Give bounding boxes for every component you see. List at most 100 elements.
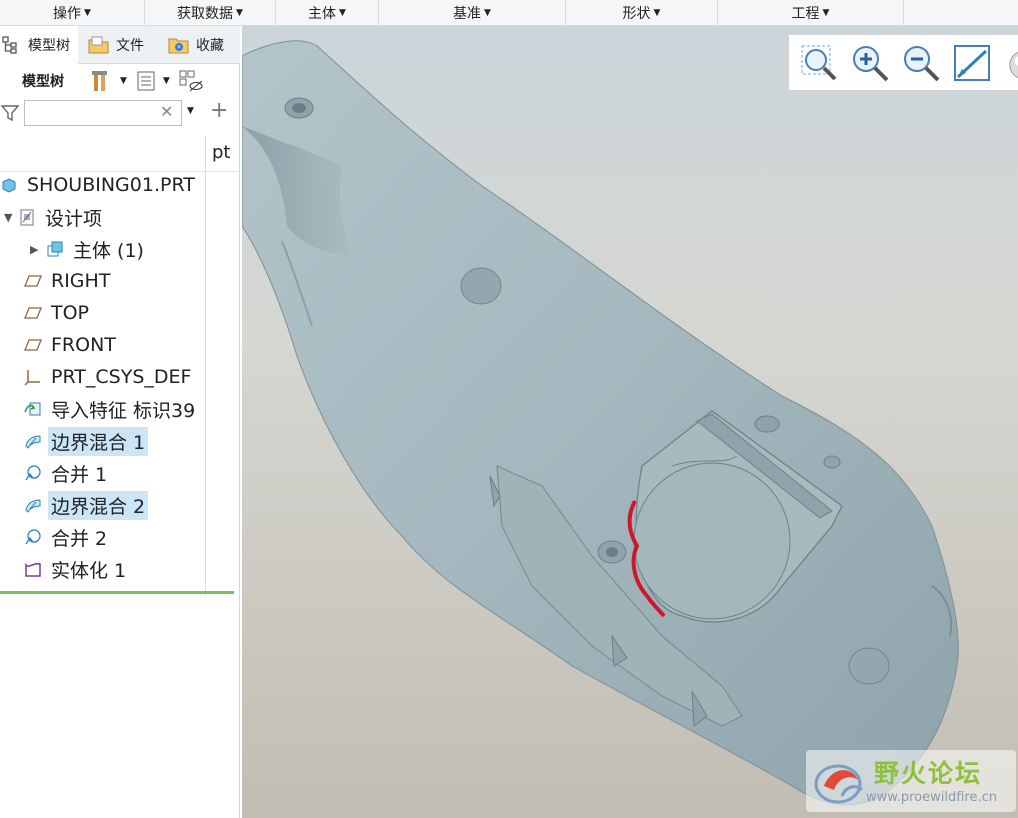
column-divider[interactable] <box>205 136 206 596</box>
menu-body[interactable]: 主体 ▼ <box>276 0 379 26</box>
model-tree-toolbar: 模型树 ▼ ▼ <box>0 66 240 96</box>
menu-label: 工程 <box>791 6 820 22</box>
part-icon <box>0 176 18 194</box>
csys-icon <box>24 368 42 386</box>
screw-hole-middle <box>460 267 502 305</box>
tab-label: 收藏 <box>196 38 224 54</box>
chevron-down-icon: ▼ <box>84 8 91 18</box>
refit-icon[interactable] <box>797 41 840 85</box>
watermark-url: www.proewildfire.cn <box>866 790 997 805</box>
tree-node-label: 主体 (1) <box>73 239 144 262</box>
menu-shape[interactable]: 形状 ▼ <box>566 0 718 26</box>
menu-label: 基准 <box>453 6 482 22</box>
tree-node-import-feature[interactable]: 导入特征 标识39 <box>24 394 198 424</box>
screw-hole-end <box>848 647 890 685</box>
chevron-down-icon[interactable]: ▼ <box>120 76 127 86</box>
graphics-viewport[interactable]: 野火论坛 www.proewildfire.cn <box>242 26 1018 818</box>
tree-column-header <box>0 136 240 172</box>
merge-icon <box>24 528 42 546</box>
zoom-out-icon[interactable] <box>899 41 942 85</box>
navigator-tabs: 模型树 文件 * 收藏 <box>0 26 240 64</box>
boundary-blend-icon <box>24 432 42 450</box>
show-hidden-icon[interactable] <box>178 69 204 93</box>
display-style-icon[interactable] <box>1002 41 1018 85</box>
menu-label: 操作 <box>53 6 82 22</box>
tree-node-merge-1[interactable]: 合并 1 <box>24 458 110 488</box>
watermark-title: 野火论坛 <box>874 759 983 788</box>
filter-icon[interactable] <box>0 103 20 127</box>
chevron-down-icon[interactable]: ▼ <box>187 106 194 116</box>
favorites-icon: * <box>168 34 190 56</box>
tree-node-right[interactable]: RIGHT <box>24 266 113 296</box>
tab-label: 文件 <box>116 38 144 54</box>
tree-node-bodies[interactable]: ▶ 主体 (1) <box>30 234 147 264</box>
column-header-pt[interactable]: pt <box>212 142 230 163</box>
design-items-icon <box>18 208 36 226</box>
filter-row: ✕ ▼ + <box>0 98 240 128</box>
svg-text:*: * <box>177 44 181 52</box>
tree-node-label: FRONT <box>51 334 116 356</box>
insert-here-marker[interactable] <box>0 591 234 594</box>
chevron-down-icon: ▼ <box>484 8 491 18</box>
chevron-down-icon: ▼ <box>822 8 830 18</box>
merge-icon <box>24 464 42 482</box>
tree-node-label: 边界混合 1 <box>48 426 149 456</box>
menu-label: 主体 <box>308 6 337 22</box>
tree-node-label: TOP <box>51 302 90 324</box>
expand-arrow-icon[interactable]: ▶ <box>30 243 46 256</box>
chevron-down-icon: ▼ <box>236 8 243 18</box>
tree-node-csys[interactable]: PRT_CSYS_DEF <box>24 362 194 392</box>
clear-icon[interactable]: ✕ <box>160 102 173 121</box>
settings-tools-icon[interactable] <box>90 69 116 93</box>
chevron-down-icon: ▼ <box>339 8 346 18</box>
add-icon[interactable]: + <box>210 98 228 123</box>
tree-node-label: 设计项 <box>45 207 103 230</box>
tree-node-top[interactable]: TOP <box>24 298 92 328</box>
ribbon-menu-bar: 操作 ▼ 获取数据 ▼ 主体 ▼ 基准 ▼ 形状 ▼ 工程 ▼ <box>0 0 1018 26</box>
tree-node-merge-2[interactable]: 合并 2 <box>24 522 110 552</box>
list-view-icon[interactable] <box>135 70 157 92</box>
repaint-icon[interactable] <box>950 41 993 85</box>
tree-node-part[interactable]: SHOUBING01.PRT <box>0 170 198 200</box>
tree-node-design-items[interactable]: ▼ 设计项 <box>4 202 105 232</box>
tab-favorites[interactable]: * 收藏 <box>168 26 240 64</box>
view-toolbar <box>788 34 1018 91</box>
tree-node-label: 合并 1 <box>51 463 108 486</box>
menu-label: 形状 <box>622 6 651 22</box>
datum-plane-icon <box>24 304 42 322</box>
body-icon <box>46 240 64 258</box>
forum-watermark: 野火论坛 www.proewildfire.cn <box>806 750 1016 812</box>
menu-operations[interactable]: 操作 ▼ <box>0 0 145 26</box>
expand-arrow-icon[interactable]: ▼ <box>4 211 18 224</box>
tree-node-label: 边界混合 2 <box>48 490 149 520</box>
tree-node-boundary-blend-1[interactable]: 边界混合 1 <box>24 426 149 456</box>
tree-node-label: RIGHT <box>51 270 111 292</box>
datum-plane-icon <box>24 336 42 354</box>
watermark-logo-icon <box>812 756 868 812</box>
tree-node-label: PRT_CSYS_DEF <box>51 366 192 388</box>
tab-model-tree[interactable]: 模型树 <box>0 26 78 64</box>
chevron-down-icon[interactable]: ▼ <box>163 76 170 86</box>
menu-get-data[interactable]: 获取数据 ▼ <box>145 0 276 26</box>
tab-label: 模型树 <box>28 38 70 54</box>
solidify-icon <box>24 560 42 578</box>
tree-node-label: SHOUBING01.PRT <box>27 174 195 196</box>
zoom-in-icon[interactable] <box>848 41 891 85</box>
import-feature-icon <box>24 400 42 418</box>
tree-search-input[interactable] <box>24 100 182 126</box>
tree-node-front[interactable]: FRONT <box>24 330 119 360</box>
menu-label: 获取数据 <box>177 6 234 22</box>
button-dome <box>633 462 791 620</box>
tab-files[interactable]: 文件 <box>88 26 160 64</box>
tree-node-boundary-blend-2[interactable]: 边界混合 2 <box>24 490 149 520</box>
tree-node-label: 合并 2 <box>51 527 108 550</box>
model-tree-icon <box>0 34 22 56</box>
chevron-down-icon: ▼ <box>653 8 661 18</box>
menu-engineering[interactable]: 工程 ▼ <box>718 0 904 26</box>
tree-node-label: 导入特征 标识39 <box>51 399 196 422</box>
tree-node-solidify-1[interactable]: 实体化 1 <box>24 554 129 584</box>
navigator-panel: 模型树 文件 * 收藏 模型树 ▼ ▼ ✕ ▼ + pt SHOUBING01.… <box>0 26 240 818</box>
menu-datum[interactable]: 基准 ▼ <box>379 0 566 26</box>
folder-icon <box>88 34 110 56</box>
model-3d-view[interactable] <box>242 26 1018 818</box>
